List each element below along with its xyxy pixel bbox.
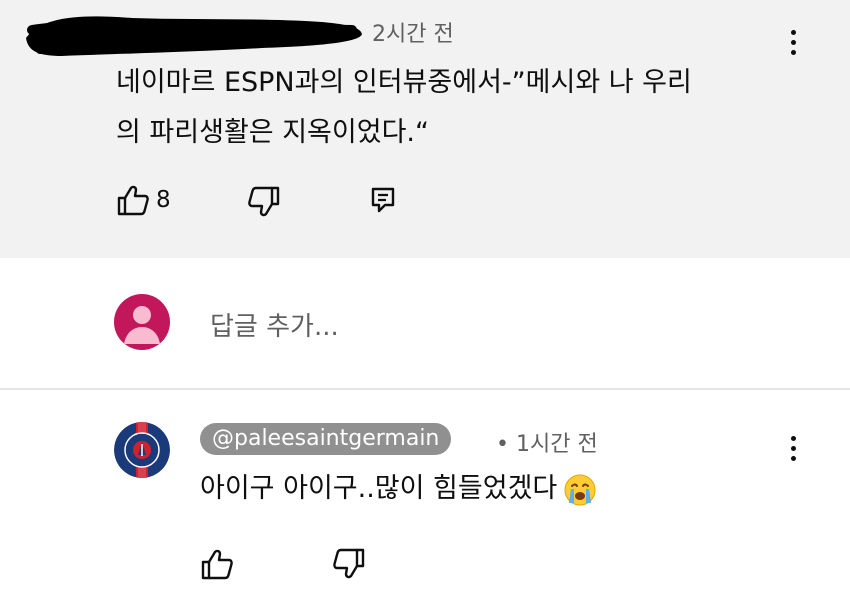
like-button[interactable]: 8 — [116, 184, 171, 216]
psg-crest-icon — [114, 422, 170, 478]
divider — [0, 388, 850, 390]
thumbs-down-icon — [248, 186, 280, 217]
reply-dislike-button[interactable] — [332, 548, 366, 580]
like-count: 8 — [156, 187, 171, 213]
top-comment: 2시간 전 네이마르 ESPN과의 인터뷰중에서-”메시와 나 우리 의 파리생… — [0, 0, 850, 258]
comment-timestamp: 2시간 전 — [372, 22, 454, 47]
thumbs-down-icon — [333, 548, 365, 579]
reply-like-button[interactable] — [200, 548, 234, 580]
crying-face-icon — [564, 474, 596, 505]
thumbs-up-icon — [201, 549, 233, 580]
reply-text: 아이구 아이구..많이 힘들었겠다 — [200, 473, 558, 504]
reply-icon — [371, 187, 395, 213]
reply-input[interactable]: 답글 추가... — [210, 306, 339, 343]
comment-body: 네이마르 ESPN과의 인터뷰중에서-”메시와 나 우리 의 파리생활은 지옥이… — [116, 58, 806, 158]
reply-timestamp: • 1시간 전 — [496, 432, 598, 457]
reply-author-handle[interactable]: @paleesaintgermain — [200, 423, 452, 455]
dislike-button[interactable] — [247, 186, 281, 218]
comment-line-1: 네이마르 ESPN과의 인터뷰중에서-”메시와 나 우리 — [116, 67, 692, 98]
my-avatar — [114, 294, 170, 350]
reply-body: 아이구 아이구..많이 힘들었겠다 — [200, 466, 597, 507]
thumbs-up-icon — [117, 185, 149, 216]
comment-line-2: 의 파리생활은 지옥이었다.“ — [116, 117, 429, 148]
redacted-username-scribble — [26, 16, 362, 56]
reply-more-vert-icon[interactable] — [778, 428, 808, 468]
reply-button[interactable] — [370, 186, 396, 214]
more-vert-icon[interactable] — [778, 22, 808, 62]
psg-avatar[interactable] — [114, 422, 170, 478]
user-silhouette-icon — [124, 306, 160, 344]
